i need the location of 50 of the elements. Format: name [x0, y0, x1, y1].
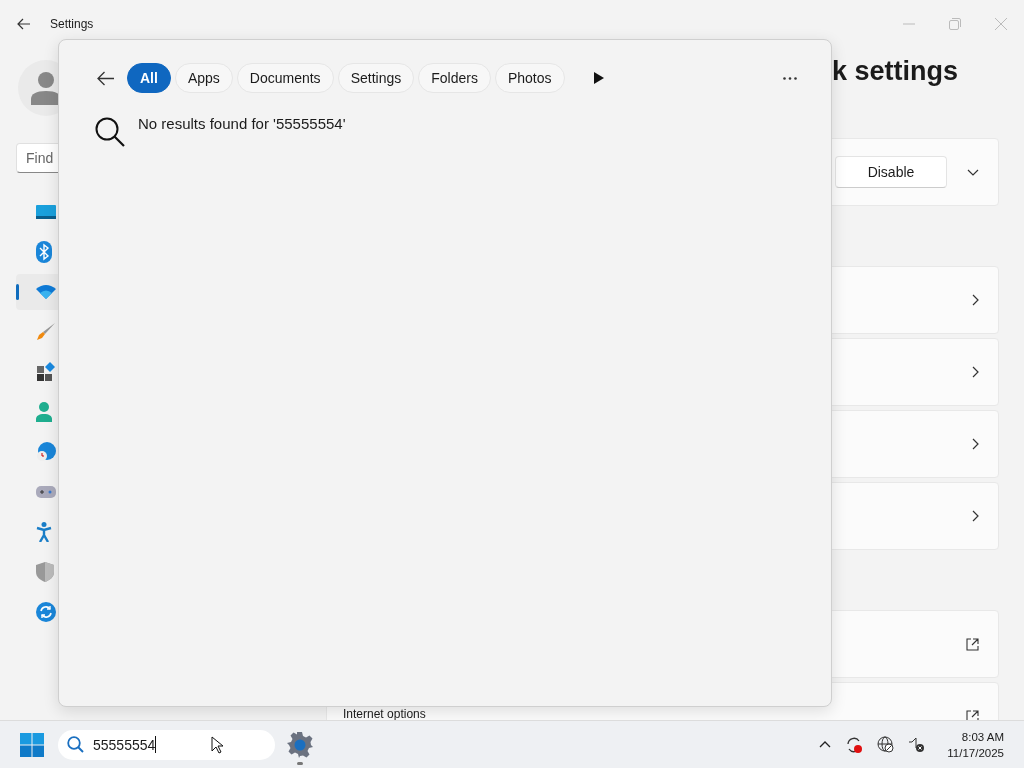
paintbrush-icon — [36, 322, 56, 342]
back-arrow-icon[interactable] — [17, 18, 31, 30]
page-heading: k settings — [831, 56, 958, 88]
speaker-muted-icon[interactable] — [908, 736, 926, 753]
filter-tab[interactable]: All — [127, 63, 171, 93]
sync-alert-icon[interactable] — [845, 735, 864, 754]
gear-icon — [287, 731, 313, 758]
back-arrow-icon[interactable] — [97, 70, 115, 86]
clock-date: 11/17/2025 — [947, 745, 1004, 761]
sync-icon — [36, 602, 56, 622]
mouse-cursor-icon — [211, 735, 223, 754]
chevron-up-icon[interactable] — [819, 741, 832, 748]
apps-icon — [36, 362, 56, 382]
external-link-icon — [966, 709, 979, 720]
gamepad-icon — [36, 486, 56, 498]
disable-button[interactable]: Disable — [835, 156, 947, 188]
card-label: Internet options — [343, 708, 426, 720]
search-text: 55555554 — [93, 736, 156, 753]
maximize-icon[interactable] — [949, 18, 961, 30]
shield-icon — [36, 562, 54, 582]
clock[interactable]: 8:03 AM 11/17/2025 — [947, 728, 1004, 761]
chevron-right-icon — [972, 438, 979, 450]
window-title: Settings — [50, 17, 94, 31]
wifi-icon — [36, 285, 56, 299]
chevron-right-icon — [972, 366, 979, 378]
accessibility-icon — [36, 522, 52, 542]
person-icon — [36, 402, 52, 422]
play-icon[interactable] — [593, 72, 604, 84]
chevron-right-icon — [972, 510, 979, 522]
external-link-icon — [966, 637, 979, 651]
taskbar-search-field[interactable]: 55555554 — [58, 729, 275, 760]
filter-tab[interactable]: Settings — [337, 63, 415, 93]
globe-blocked-icon[interactable] — [877, 736, 895, 753]
bluetooth-icon — [36, 241, 52, 263]
clock-time: 8:03 AM — [961, 729, 1004, 745]
more-icon[interactable] — [783, 76, 797, 80]
globe-clock-icon — [36, 442, 56, 462]
filter-tab[interactable]: Photos — [494, 63, 565, 93]
filter-tab[interactable]: Apps — [174, 63, 233, 93]
chevron-right-icon — [972, 294, 979, 306]
chevron-down-icon[interactable] — [967, 168, 979, 176]
filter-tab[interactable]: Folders — [418, 63, 491, 93]
no-results-message: No results found for '55555554' — [138, 114, 346, 132]
monitor-icon — [36, 205, 56, 219]
start-icon[interactable] — [20, 732, 44, 757]
filter-tab[interactable]: Documents — [236, 63, 334, 93]
search-icon — [95, 117, 125, 147]
close-icon[interactable] — [995, 18, 1007, 30]
search-icon — [67, 736, 84, 753]
person-icon — [31, 71, 61, 105]
